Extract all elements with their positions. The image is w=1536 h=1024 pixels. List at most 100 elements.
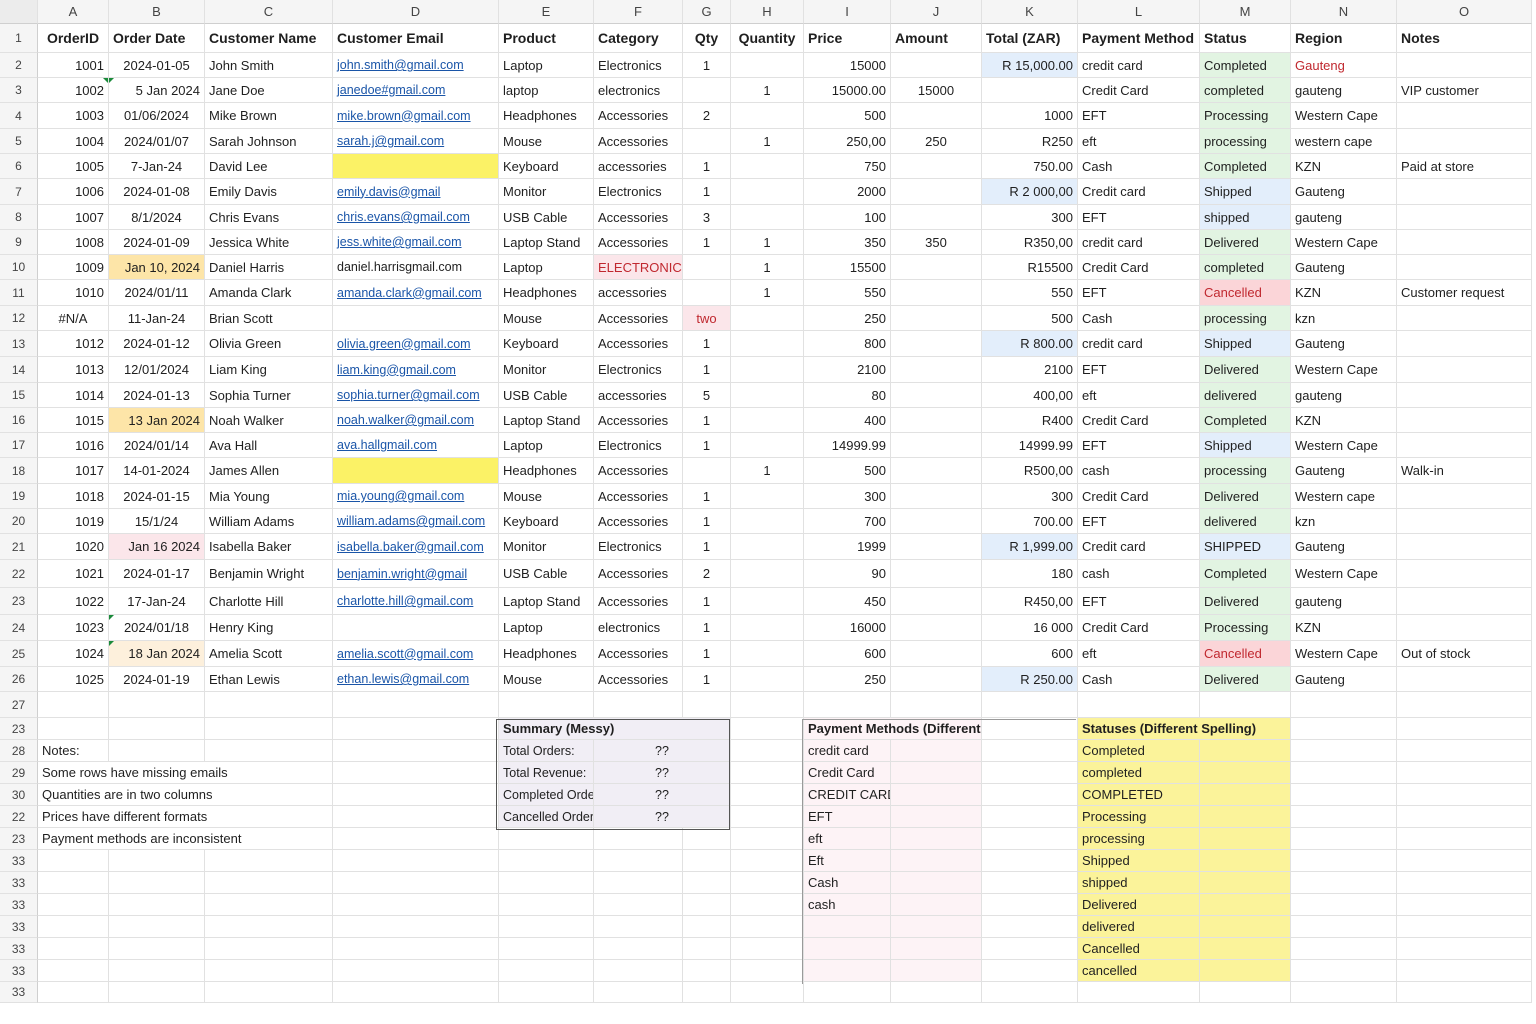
total-cell[interactable]: 300 [982, 484, 1078, 509]
empty-cell[interactable] [731, 828, 804, 850]
customer-name-cell[interactable]: Ethan Lewis [205, 667, 333, 692]
column-header-a[interactable]: A [38, 0, 109, 24]
status-cell[interactable]: Delivered [1200, 667, 1291, 692]
qty-cell[interactable]: 3 [683, 205, 731, 230]
column-header-o[interactable]: O [1397, 0, 1532, 24]
region-cell[interactable]: KZN [1291, 154, 1397, 179]
summary-label[interactable]: Completed Orders: [499, 784, 594, 806]
customer-email-cell[interactable]: liam.king@gmail.com [333, 357, 499, 383]
empty-cell[interactable] [38, 960, 109, 982]
order-date-cell[interactable]: 14-01-2024 [109, 458, 205, 484]
price-cell[interactable]: 400 [804, 408, 891, 433]
customer-name-cell[interactable]: Daniel Harris [205, 255, 333, 280]
region-cell[interactable]: Western Cape [1291, 641, 1397, 667]
empty-cell[interactable] [982, 960, 1078, 982]
category-cell[interactable]: accessories [594, 154, 683, 179]
empty-cell[interactable] [1291, 784, 1397, 806]
column-header-i[interactable]: I [804, 0, 891, 24]
notes-cell[interactable] [1397, 667, 1532, 692]
customer-email-cell[interactable]: ethan.lewis@gmail.com [333, 667, 499, 692]
price-cell[interactable]: 450 [804, 588, 891, 615]
amount-cell[interactable] [891, 641, 982, 667]
amount-cell[interactable] [891, 560, 982, 588]
row-number[interactable]: 13 [0, 331, 38, 357]
price-cell[interactable]: 14999.99 [804, 433, 891, 458]
row-number[interactable]: 25 [0, 641, 38, 667]
header-payment-method[interactable]: Payment Method [1078, 24, 1200, 53]
notes-cell[interactable] [1397, 534, 1532, 560]
notes-item[interactable]: Prices have different formats [38, 806, 333, 828]
empty-cell[interactable] [982, 718, 1078, 740]
total-cell[interactable]: R 250.00 [982, 667, 1078, 692]
order-date-cell[interactable]: 2024/01/14 [109, 433, 205, 458]
empty-cell[interactable] [205, 692, 333, 718]
order-date-cell[interactable]: 11-Jan-24 [109, 306, 205, 331]
empty-cell[interactable] [499, 938, 594, 960]
empty-cell[interactable] [683, 894, 731, 916]
product-cell[interactable]: Keyboard [499, 331, 594, 357]
quantity-cell[interactable] [731, 433, 804, 458]
empty-cell[interactable] [982, 938, 1078, 960]
row-number[interactable]: 33 [0, 982, 38, 1003]
total-cell[interactable]: 600 [982, 641, 1078, 667]
notes-cell[interactable]: Out of stock [1397, 641, 1532, 667]
qty-cell[interactable]: 1 [683, 433, 731, 458]
customer-email-cell[interactable] [333, 154, 499, 179]
quantity-cell[interactable] [731, 103, 804, 129]
row-number[interactable]: 10 [0, 255, 38, 280]
order-date-cell[interactable]: 2024-01-05 [109, 53, 205, 78]
quantity-cell[interactable] [731, 205, 804, 230]
orderid-cell[interactable]: 1008 [38, 230, 109, 255]
status-cell[interactable]: delivered [1200, 509, 1291, 534]
region-cell[interactable]: KZN [1291, 408, 1397, 433]
customer-name-cell[interactable]: Brian Scott [205, 306, 333, 331]
payment-method-cell[interactable]: EFT [1078, 280, 1200, 306]
notes-cell[interactable]: Walk-in [1397, 458, 1532, 484]
orderid-cell[interactable]: 1005 [38, 154, 109, 179]
amount-cell[interactable] [891, 306, 982, 331]
status-cell[interactable]: Shipped [1200, 433, 1291, 458]
quantity-cell[interactable] [731, 383, 804, 408]
notes-cell[interactable] [1397, 433, 1532, 458]
qty-cell[interactable]: 1 [683, 53, 731, 78]
empty-cell[interactable] [683, 850, 731, 872]
quantity-cell[interactable] [731, 408, 804, 433]
list-fill-cell[interactable] [1200, 894, 1291, 916]
status-cell[interactable]: SHIPPED [1200, 534, 1291, 560]
status-cell[interactable]: Shipped [1200, 331, 1291, 357]
header-order-date[interactable]: Order Date [109, 24, 205, 53]
order-date-cell[interactable]: 2024-01-19 [109, 667, 205, 692]
empty-cell[interactable] [109, 938, 205, 960]
column-header-m[interactable]: M [1200, 0, 1291, 24]
price-cell[interactable]: 500 [804, 103, 891, 129]
payment-method-cell[interactable]: EFT [1078, 433, 1200, 458]
customer-name-cell[interactable]: Amanda Clark [205, 280, 333, 306]
empty-cell[interactable] [109, 872, 205, 894]
orderid-cell[interactable]: 1006 [38, 179, 109, 205]
price-cell[interactable]: 80 [804, 383, 891, 408]
product-cell[interactable]: Laptop Stand [499, 230, 594, 255]
list-fill-cell[interactable] [1200, 806, 1291, 828]
notes-cell[interactable]: Paid at store [1397, 154, 1532, 179]
notes-item[interactable]: Payment methods are inconsistent [38, 828, 333, 850]
empty-cell[interactable] [499, 872, 594, 894]
customer-name-cell[interactable]: Henry King [205, 615, 333, 641]
row-number[interactable]: 33 [0, 916, 38, 938]
order-date-cell[interactable]: Jan 10, 2024 [109, 255, 205, 280]
category-cell[interactable]: ELECTRONICS [594, 255, 683, 280]
product-cell[interactable]: USB Cable [499, 560, 594, 588]
column-header-j[interactable]: J [891, 0, 982, 24]
category-cell[interactable]: electronics [594, 78, 683, 103]
region-cell[interactable]: Western Cape [1291, 357, 1397, 383]
order-date-cell[interactable]: 17-Jan-24 [109, 588, 205, 615]
notes-cell[interactable] [1397, 484, 1532, 509]
amount-cell[interactable] [891, 53, 982, 78]
notes-cell[interactable] [1397, 230, 1532, 255]
empty-cell[interactable] [804, 692, 891, 718]
customer-name-cell[interactable]: Amelia Scott [205, 641, 333, 667]
amount-cell[interactable] [891, 154, 982, 179]
order-date-cell[interactable]: 15/1/24 [109, 509, 205, 534]
customer-email-cell[interactable] [333, 458, 499, 484]
total-cell[interactable]: 180 [982, 560, 1078, 588]
empty-cell[interactable] [38, 718, 109, 740]
